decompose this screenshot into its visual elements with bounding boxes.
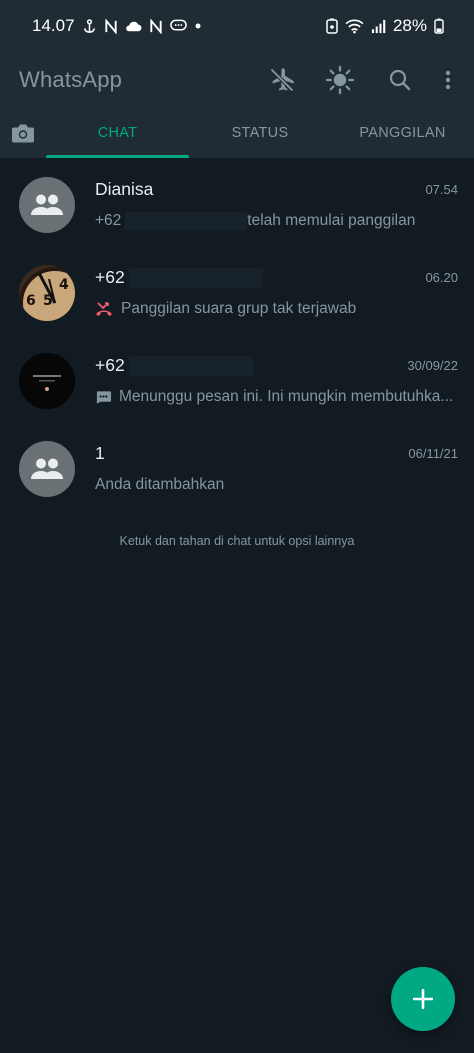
- signal-icon: [371, 19, 386, 34]
- chat-last-message: Panggilan suara grup tak terjawab: [95, 300, 356, 318]
- app-toolbar: WhatsApp: [0, 52, 474, 108]
- airplane-off-icon[interactable]: [258, 56, 306, 104]
- chat-name: +62: [95, 355, 253, 377]
- chat-item-1[interactable]: 1 06/11/21 Anda ditambahkan: [0, 441, 474, 529]
- camera-icon[interactable]: [0, 108, 46, 158]
- nfc-n-icon: [149, 18, 163, 34]
- chat-bubble-icon: [169, 19, 187, 33]
- chat-time: 07.54: [425, 182, 458, 197]
- chat-name: 1: [95, 443, 105, 463]
- clock-photo-avatar[interactable]: 6 5 4: [19, 265, 75, 321]
- nfc-n-icon: [104, 18, 118, 34]
- redacted-number: [125, 212, 248, 230]
- chat-item-dianisa[interactable]: Dianisa 07.54 +62 telah memulai panggila…: [0, 177, 474, 265]
- group-avatar[interactable]: [19, 177, 75, 233]
- hint-text: Ketuk dan tahan di chat untuk opsi lainn…: [119, 534, 355, 548]
- clock-photo: 6 5 4: [19, 265, 75, 321]
- status-bar: 14.07 28%: [0, 0, 474, 52]
- dark-photo-avatar[interactable]: [19, 353, 75, 409]
- dark-photo: [19, 353, 75, 409]
- search-icon[interactable]: [376, 56, 424, 104]
- message-sender-prefix: +62: [95, 212, 122, 229]
- chat-item-62-b[interactable]: +62 30/09/22 Menunggu pesan ini. Ini mun…: [0, 353, 474, 441]
- group-icon: [31, 194, 63, 215]
- battery-icon: [434, 18, 444, 34]
- svg-text:6: 6: [26, 293, 36, 309]
- group-icon: [31, 458, 63, 479]
- app-title: WhatsApp: [19, 67, 123, 92]
- chat-last-message: Menunggu pesan ini. Ini mungkin membutuh…: [95, 388, 453, 406]
- dot-icon: [194, 22, 202, 30]
- battery-percent: 28%: [392, 16, 427, 35]
- message-text: Anda ditambahkan: [95, 476, 225, 493]
- chat-item-62-a[interactable]: 6 5 4 +62 06.20 Panggilan suara grup tak…: [0, 265, 474, 353]
- message-text: Panggilan suara grup tak terjawab: [121, 300, 357, 317]
- redacted-number: [128, 268, 263, 289]
- chat-last-message: +62 telah memulai panggilan: [95, 212, 415, 230]
- chat-time: 06.20: [425, 270, 458, 285]
- chat-name: +62: [95, 267, 263, 289]
- wifi-icon: [345, 19, 364, 34]
- group-avatar[interactable]: [19, 441, 75, 497]
- missed-call-icon: [95, 300, 113, 318]
- message-waiting-icon: [95, 390, 112, 404]
- message-text: Menunggu pesan ini. Ini mungkin membutuh…: [119, 388, 454, 405]
- anchor-icon: [82, 18, 97, 34]
- new-chat-button[interactable]: [391, 967, 455, 1031]
- tab-chat[interactable]: CHAT: [46, 108, 189, 158]
- brightness-icon[interactable]: [316, 56, 364, 104]
- plus-icon: [413, 989, 433, 1009]
- chat-last-message: Anda ditambahkan: [95, 476, 224, 494]
- tab-panggilan[interactable]: PANGGILAN: [331, 108, 474, 158]
- chat-name: Dianisa: [95, 179, 154, 199]
- lock-battery-icon: [326, 18, 338, 34]
- chat-time: 06/11/21: [408, 446, 458, 461]
- status-bar-left: 14.07: [32, 16, 202, 36]
- tab-status[interactable]: STATUS: [189, 108, 331, 158]
- chat-time: 30/09/22: [407, 358, 458, 373]
- more-vert-icon[interactable]: [424, 56, 472, 104]
- redacted-number: [128, 356, 253, 377]
- message-text: telah memulai panggilan: [247, 212, 416, 229]
- cloud-icon: [125, 20, 142, 33]
- status-time: 14.07: [32, 16, 75, 35]
- tab-bar: CHAT STATUS PANGGILAN: [0, 108, 474, 158]
- status-bar-right: 28%: [326, 16, 444, 36]
- svg-text:4: 4: [59, 277, 69, 293]
- active-tab-indicator: [46, 155, 189, 158]
